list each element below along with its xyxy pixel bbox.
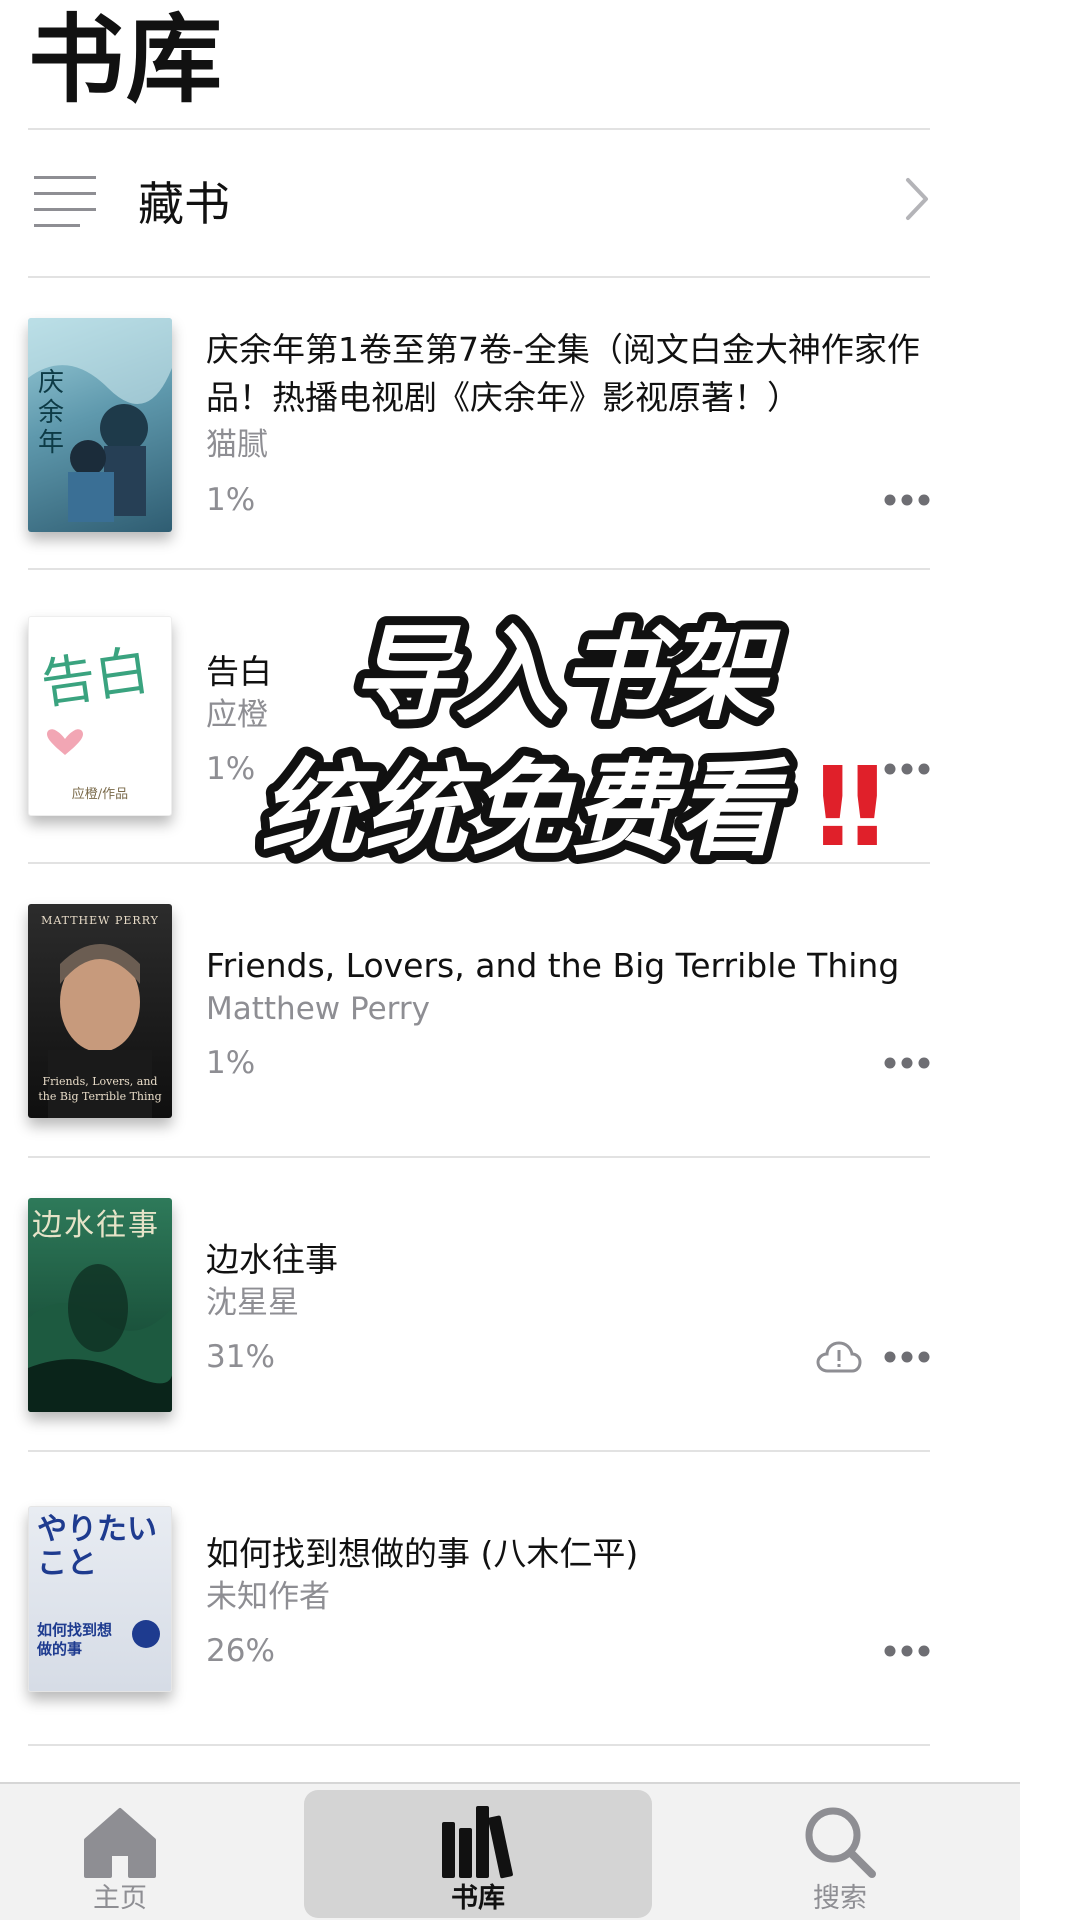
tab-home-label: 主页 [93, 1883, 147, 1914]
library-icon [442, 1806, 513, 1879]
tab-library[interactable]: 书库 [304, 1790, 652, 1918]
book-title: Friends, Lovers, and the Big Terrible Th… [206, 946, 900, 985]
book-progress: 1% [206, 751, 256, 787]
book-author: 猫腻 [206, 427, 268, 463]
book-row[interactable]: 告白 应橙/作品 告白 应橙 1% [28, 570, 930, 864]
cover-subtitle: 如何找到想做的事 [37, 1621, 113, 1658]
tab-search-label: 搜索 [813, 1883, 867, 1914]
cover-title: 边水往事 [32, 1208, 160, 1243]
cloud-alert-icon[interactable] [816, 1340, 862, 1374]
search-icon [805, 1807, 876, 1878]
more-icon[interactable] [884, 762, 930, 776]
book-title: 告白 [206, 652, 272, 691]
cover-title: やりたいこと [37, 1512, 157, 1581]
heart-icon [47, 729, 83, 755]
tab-search[interactable]: 搜索 [720, 1790, 960, 1918]
book-cover[interactable]: MATTHEW PERRY Friends, Lovers, and the B… [28, 904, 172, 1118]
book-title: 如何找到想做的事 (八木仁平) [206, 1534, 639, 1573]
book-row[interactable]: MATTHEW PERRY Friends, Lovers, and the B… [28, 864, 930, 1158]
chevron-right-icon [906, 178, 928, 220]
more-icon[interactable] [884, 1056, 930, 1070]
book-author: 沈星星 [206, 1285, 299, 1321]
book-cover[interactable]: 庆余年 [28, 318, 172, 532]
more-icon[interactable] [884, 1644, 930, 1658]
page-title: 书库 [28, 4, 224, 116]
book-progress: 1% [206, 482, 256, 518]
tab-library-label: 书库 [451, 1883, 505, 1914]
book-progress: 1% [206, 1045, 256, 1081]
book-row[interactable]: やりたいこと 如何找到想做的事 如何找到想做的事 (八木仁平) 未知作者 26% [28, 1452, 930, 1746]
collection-label: 藏书 [138, 177, 230, 231]
book-author: 应橙 [206, 697, 268, 733]
list-icon [34, 176, 96, 227]
book-progress: 31% [206, 1339, 275, 1375]
book-title: 边水往事 [206, 1240, 338, 1279]
tab-bar: 主页 书库 搜索 [0, 1782, 1020, 1920]
more-icon[interactable] [884, 1350, 930, 1364]
cover-author: MATTHEW PERRY [41, 914, 159, 927]
book-row[interactable]: 庆余年 庆余年第1卷至第7卷-全集（阅文白金大神作家作品！热播电视剧《庆余年》影… [28, 276, 930, 570]
book-cover[interactable]: 告白 应橙/作品 [28, 616, 172, 816]
book-cover[interactable]: 边水往事 [28, 1198, 172, 1412]
book-row[interactable]: 边水往事 边水往事 沈星星 31% [28, 1158, 930, 1452]
cover-title: 告白 [37, 638, 153, 717]
book-author: 未知作者 [206, 1579, 330, 1615]
more-icon[interactable] [884, 493, 930, 507]
collection-row[interactable]: 藏书 [28, 132, 930, 276]
divider [28, 128, 930, 130]
cover-title: Friends, Lovers, and the Big Terrible Th… [38, 1075, 162, 1103]
cover-badge [132, 1620, 160, 1648]
divider [28, 1744, 930, 1746]
tab-home[interactable]: 主页 [0, 1790, 240, 1918]
home-icon [84, 1808, 156, 1878]
book-title: 庆余年第1卷至第7卷-全集（阅文白金大神作家作品！热播电视剧《庆余年》影视原著！… [206, 330, 920, 417]
book-author: Matthew Perry [206, 991, 430, 1027]
cover-title: 庆余年 [38, 368, 65, 458]
book-cover[interactable]: やりたいこと 如何找到想做的事 [28, 1506, 172, 1692]
book-progress: 26% [206, 1633, 275, 1669]
cover-author: 应橙/作品 [71, 787, 129, 802]
